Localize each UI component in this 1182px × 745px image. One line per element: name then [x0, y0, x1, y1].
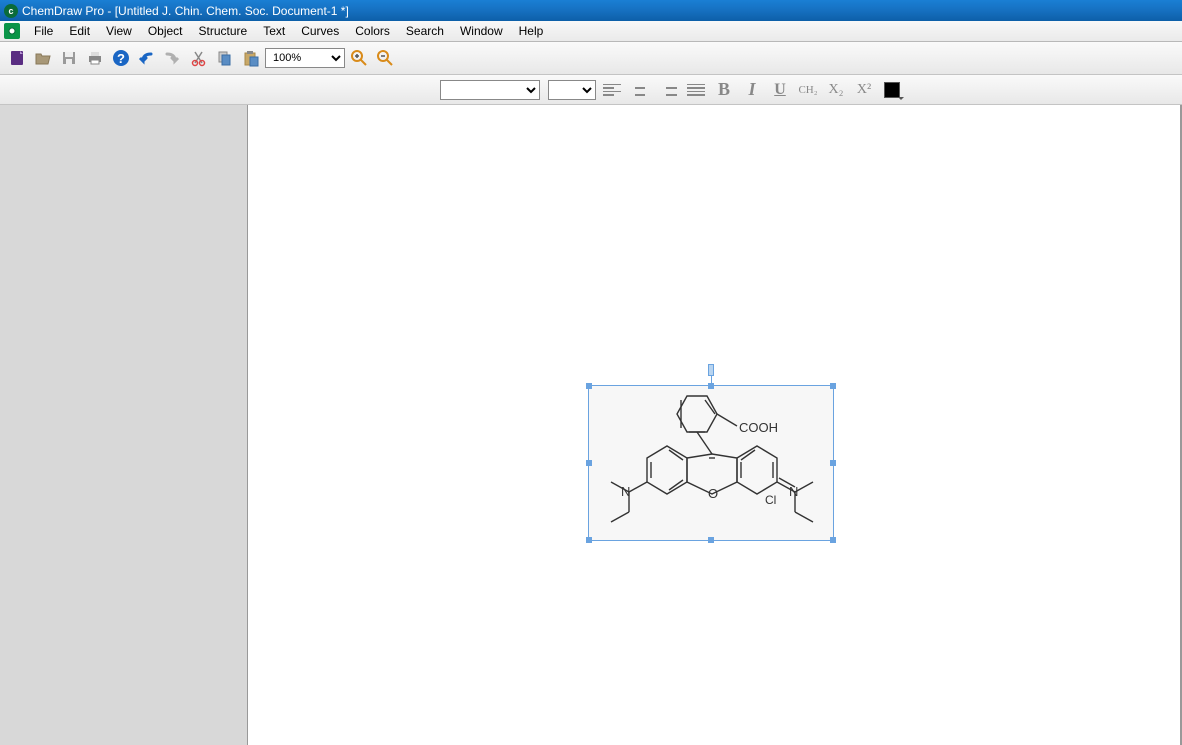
- chemical-structure-svg[interactable]: COOH O N N Cl: [589, 386, 835, 542]
- menu-structure[interactable]: Structure: [191, 22, 256, 40]
- chemical-structure-selection[interactable]: COOH O N N Cl: [588, 385, 834, 541]
- resize-handle-e[interactable]: [830, 460, 836, 466]
- menu-colors[interactable]: Colors: [347, 22, 398, 40]
- text-toolbar: B I U CH₂ X₂ X²: [0, 75, 1182, 105]
- resize-handle-sw[interactable]: [586, 537, 592, 543]
- menu-window[interactable]: Window: [452, 22, 511, 40]
- resize-handle-n[interactable]: [708, 383, 714, 389]
- main-toolbar: ? 100%: [0, 42, 1182, 75]
- size-select[interactable]: [548, 80, 596, 100]
- zoom-select[interactable]: 100%: [265, 48, 345, 68]
- align-right-button[interactable]: [656, 78, 680, 102]
- zoom-out-button[interactable]: [373, 46, 397, 70]
- align-center-button[interactable]: [628, 78, 652, 102]
- menu-curves[interactable]: Curves: [293, 22, 347, 40]
- redo-button[interactable]: [161, 46, 185, 70]
- resize-handle-s[interactable]: [708, 537, 714, 543]
- text-color-button[interactable]: [884, 82, 900, 98]
- resize-handle-nw[interactable]: [586, 383, 592, 389]
- menu-app-icon[interactable]: [4, 23, 20, 39]
- rotation-handle[interactable]: [708, 364, 714, 376]
- menu-help[interactable]: Help: [511, 22, 552, 40]
- font-select[interactable]: [440, 80, 540, 100]
- align-justify-button[interactable]: [684, 78, 708, 102]
- menu-text[interactable]: Text: [255, 22, 293, 40]
- italic-button[interactable]: I: [740, 78, 764, 102]
- superscript-button[interactable]: X²: [852, 78, 876, 102]
- formula-button[interactable]: CH₂: [796, 78, 820, 102]
- paste-button[interactable]: [239, 46, 263, 70]
- app-title: ChemDraw Pro - [Untitled J. Chin. Chem. …: [22, 4, 349, 18]
- left-panel: [0, 105, 248, 745]
- resize-handle-ne[interactable]: [830, 383, 836, 389]
- underline-button[interactable]: U: [768, 78, 792, 102]
- label-n1: N: [621, 484, 630, 499]
- menu-bar: File Edit View Object Structure Text Cur…: [0, 21, 1182, 42]
- label-n2: N: [789, 484, 798, 499]
- app-icon: c: [4, 4, 18, 18]
- open-button[interactable]: [31, 46, 55, 70]
- help-button[interactable]: ?: [109, 46, 133, 70]
- label-cooh: COOH: [739, 420, 778, 435]
- menu-search[interactable]: Search: [398, 22, 452, 40]
- bold-button[interactable]: B: [712, 78, 736, 102]
- title-bar: c ChemDraw Pro - [Untitled J. Chin. Chem…: [0, 0, 1182, 21]
- undo-button[interactable]: [135, 46, 159, 70]
- zoom-in-button[interactable]: [347, 46, 371, 70]
- menu-object[interactable]: Object: [140, 22, 191, 40]
- cut-button[interactable]: [187, 46, 211, 70]
- new-button[interactable]: [5, 46, 29, 70]
- label-o: O: [708, 486, 718, 501]
- print-button[interactable]: [83, 46, 107, 70]
- label-cl: Cl: [765, 493, 776, 507]
- menu-edit[interactable]: Edit: [61, 22, 98, 40]
- workspace: COOH O N N Cl: [0, 105, 1182, 745]
- menu-view[interactable]: View: [98, 22, 140, 40]
- subscript-button[interactable]: X₂: [824, 78, 848, 102]
- save-button[interactable]: [57, 46, 81, 70]
- resize-handle-w[interactable]: [586, 460, 592, 466]
- canvas-area[interactable]: COOH O N N Cl: [248, 105, 1182, 745]
- resize-handle-se[interactable]: [830, 537, 836, 543]
- menu-file[interactable]: File: [26, 22, 61, 40]
- copy-button[interactable]: [213, 46, 237, 70]
- align-left-button[interactable]: [600, 78, 624, 102]
- svg-text:?: ?: [117, 51, 125, 66]
